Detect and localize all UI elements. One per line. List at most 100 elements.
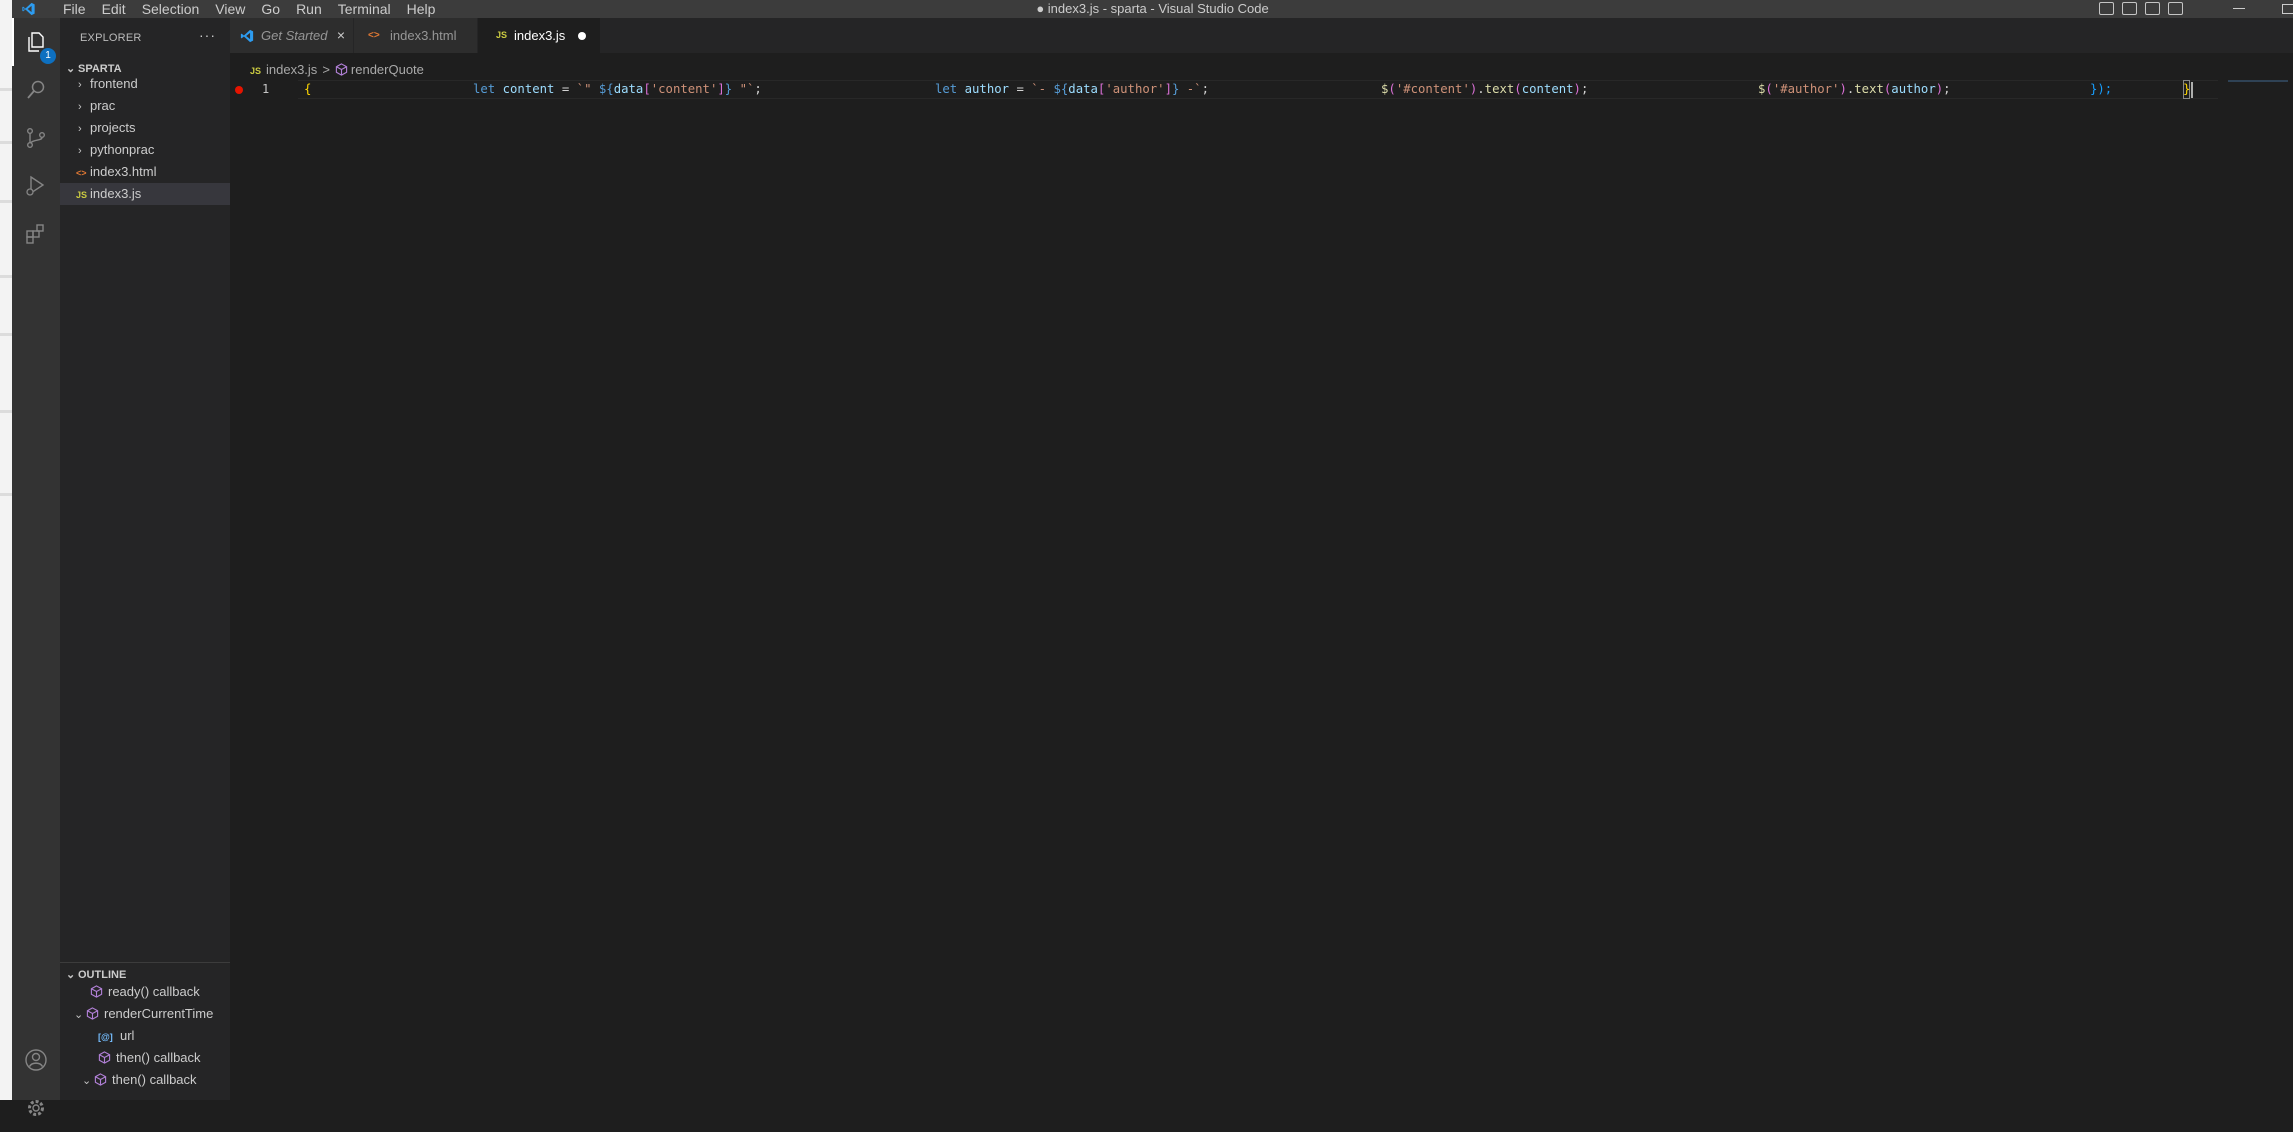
outline-title: OUTLINE [78, 969, 127, 981]
unsaved-dot-icon[interactable] [578, 32, 586, 40]
title-bar: File Edit Selection View Go Run Terminal… [12, 0, 2293, 18]
tab-get-started[interactable]: Get Started × [230, 18, 354, 53]
activity-bar: 1 [12, 18, 60, 1116]
text-cursor [2191, 82, 2193, 98]
menu-go[interactable]: Go [253, 0, 288, 18]
menu-file[interactable]: File [55, 0, 94, 18]
tab-label: index3.html [390, 28, 457, 43]
tree-label: projects [90, 120, 136, 135]
outline-divider [60, 962, 230, 963]
method-icon [98, 1051, 111, 1064]
chevron-right-icon: › [78, 145, 82, 157]
vscode-logo-icon [22, 2, 35, 16]
js-file-icon: JS [496, 30, 508, 40]
breadcrumb: JS index3.js > renderQuote [230, 60, 424, 80]
menu-terminal[interactable]: Terminal [330, 0, 399, 18]
toggle-panel-icon[interactable] [2122, 2, 2137, 15]
editor-line[interactable]: 1 { let content = `" ${data['content']} … [230, 80, 2293, 99]
line-number: 1 [262, 82, 270, 96]
run-debug-icon [26, 175, 45, 196]
method-icon [335, 63, 348, 76]
tab-label: Get Started [261, 28, 328, 43]
outline-item[interactable]: ⌄ renderCurrentTime [60, 1003, 230, 1025]
outline-item[interactable]: ⌄ then() callback [60, 1069, 230, 1091]
toggle-primary-sidebar-icon[interactable] [2099, 2, 2114, 15]
tab-index3-js-content[interactable]: JS index3.js [478, 18, 600, 53]
outline-label: ready() callback [108, 984, 200, 999]
source-control-button[interactable] [12, 114, 60, 162]
breadcrumb-separator-icon: > [322, 62, 330, 77]
chevron-down-icon: ⌄ [82, 1075, 92, 1087]
breadcrumb-symbol[interactable]: renderQuote [351, 60, 424, 80]
chevron-right-icon: › [78, 101, 82, 113]
chevron-down-icon: ⌄ [66, 969, 76, 981]
code-token-final-brace: } [2183, 80, 2191, 99]
menu-help[interactable]: Help [399, 0, 444, 18]
method-icon [86, 1007, 99, 1020]
tree-folder-prac[interactable]: › prac [60, 95, 230, 117]
minimize-icon[interactable] [2233, 8, 2245, 9]
run-debug-button[interactable] [12, 162, 60, 210]
menu-view[interactable]: View [207, 0, 253, 18]
breadcrumb-file[interactable]: index3.js [266, 60, 317, 80]
code-statement-author: let author = `- ${data['author']} -`; [935, 82, 1209, 96]
method-icon [90, 985, 103, 998]
tree-label: frontend [90, 76, 138, 91]
js-file-icon: JS [250, 66, 262, 76]
maximize-icon[interactable] [2282, 4, 2293, 14]
variable-icon: [@] [98, 1032, 113, 1042]
vscode-logo-icon [240, 29, 254, 43]
tab-index3-html[interactable]: <> index3.html [354, 18, 478, 53]
outline-label: renderCurrentTime [104, 1006, 214, 1021]
extensions-icon [26, 224, 44, 244]
outline-item[interactable]: [@] url [60, 1025, 230, 1047]
menu-edit[interactable]: Edit [94, 0, 134, 18]
search-icon [27, 80, 45, 99]
manage-button[interactable] [12, 1084, 60, 1132]
tab-label: index3.js [514, 28, 566, 43]
close-icon[interactable]: × [337, 18, 345, 53]
outline-label: then() callback [116, 1050, 201, 1065]
explorer-title: EXPLORER [80, 32, 142, 44]
desktop-edge [0, 0, 12, 1100]
html-file-icon: <> [76, 168, 87, 178]
breakpoint-icon[interactable] [235, 86, 243, 94]
extensions-button[interactable] [12, 210, 60, 258]
html-file-icon: <> [368, 30, 380, 41]
tree-folder-frontend[interactable]: › frontend [60, 73, 230, 95]
accounts-button[interactable] [12, 1036, 60, 1084]
explorer-button[interactable]: 1 [12, 18, 60, 66]
outline-item[interactable]: ready() callback [60, 981, 230, 1003]
tree-label: prac [90, 98, 116, 113]
outline-header[interactable]: ⌄ OUTLINE [66, 968, 126, 981]
outline-label: url [120, 1028, 135, 1043]
chevron-right-icon: › [78, 123, 82, 135]
more-actions-icon[interactable]: ··· [199, 27, 216, 43]
account-icon [25, 1049, 47, 1071]
menu-run[interactable]: Run [288, 0, 330, 18]
tree-folder-projects[interactable]: › projects [60, 117, 230, 139]
toggle-secondary-sidebar-icon[interactable] [2145, 2, 2160, 15]
menu-selection[interactable]: Selection [134, 0, 208, 18]
minimap[interactable] [2228, 80, 2288, 82]
chevron-down-icon: ⌄ [74, 1009, 84, 1021]
code-statement-content: let content = `" ${data['content']} "`; [473, 82, 762, 96]
outline-item[interactable]: then() callback [60, 1047, 230, 1069]
search-button[interactable] [12, 66, 60, 114]
code-token: { [304, 82, 312, 96]
tree-label: index3.js [90, 186, 142, 201]
tree-label: index3.html [90, 164, 157, 179]
code-statement-set-author: $('#author').text(author); [1758, 82, 1951, 96]
tree-file-index3-html[interactable]: <> index3.html [60, 161, 230, 183]
chevron-right-icon: › [78, 79, 82, 91]
explorer-sidebar: EXPLORER ··· ⌄ SPARTA › frontend › prac › pr… [60, 18, 230, 1100]
tree-label: pythonprac [90, 142, 155, 157]
js-file-icon: JS [76, 190, 88, 200]
menu-bar: File Edit Selection View Go Run Terminal… [55, 0, 443, 18]
code-token: }); [2090, 82, 2113, 96]
tree-folder-pythonprac[interactable]: › pythonprac [60, 139, 230, 161]
tree-file-index3-js[interactable]: JS index3.js [60, 183, 230, 205]
method-icon [94, 1073, 107, 1086]
explorer-badge: 1 [40, 48, 56, 64]
customize-layout-icon[interactable] [2168, 2, 2183, 15]
